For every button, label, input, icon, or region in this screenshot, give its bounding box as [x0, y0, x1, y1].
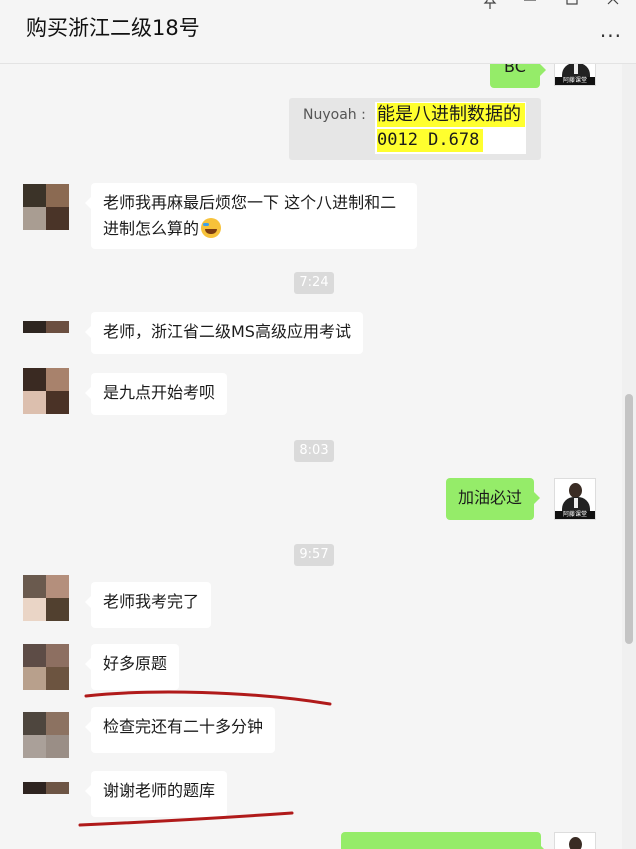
avatar-other[interactable] [23, 712, 69, 758]
scrollbar-thumb[interactable] [625, 394, 633, 644]
avatar-brand-label: 阿藤课堂 [555, 511, 595, 519]
message-text: BC [504, 64, 526, 76]
underline-stroke [84, 690, 332, 706]
close-icon[interactable] [603, 0, 623, 12]
message-text: 加油必过 [458, 488, 523, 507]
avatar-brand-label: 阿藤课堂 [555, 77, 595, 85]
message-bubble-other[interactable]: 老师，浙江省二级MS高级应用考试 [85, 312, 363, 354]
timestamp: 7:24 [294, 272, 334, 294]
more-icon[interactable]: ··· [600, 24, 622, 48]
pin-icon[interactable] [480, 0, 500, 14]
message-text: 是九点开始考呗 [103, 383, 216, 402]
avatar-other[interactable] [23, 575, 69, 621]
avatar-other[interactable] [23, 782, 69, 805]
avatar-self[interactable]: 阿藤课堂 [554, 64, 596, 86]
window-titlebar: 购买浙江二级18号 ··· [0, 0, 636, 64]
message-text: 老师，浙江省二级MS高级应用考试 [103, 322, 351, 341]
message-bubble-self[interactable] [341, 832, 547, 849]
message-text: 好多原题 [103, 654, 168, 673]
message-bubble-other[interactable]: 好多原题 [84, 644, 180, 690]
quote-image-line2: 0012 D.678 [377, 129, 484, 152]
message-text: 老师我再麻最后烦您一下 这个八进制和二进制怎么算的 [103, 193, 397, 238]
message-bubble-other[interactable]: 是九点开始考呗 [84, 373, 228, 415]
message-bubble-other[interactable]: 老师我考完了 [84, 582, 212, 628]
message-bubble-other[interactable]: 谢谢老师的题库 [84, 771, 228, 817]
message-bubble-self[interactable]: 加油必过 [446, 478, 541, 520]
quote-image: 能是八进制数据的 0012 D.678 [375, 102, 526, 154]
message-bubble-other[interactable]: 老师我再麻最后烦您一下 这个八进制和二进制怎么算的 [85, 183, 417, 249]
avatar-other[interactable] [23, 368, 69, 414]
timestamp: 8:03 [294, 440, 334, 462]
maximize-icon[interactable] [562, 0, 582, 12]
avatar-self[interactable] [554, 832, 596, 849]
quoted-message[interactable]: Nuyoah : 能是八进制数据的 0012 D.678 [289, 98, 541, 160]
message-bubble-self[interactable]: BC [490, 64, 546, 88]
avatar-other[interactable] [23, 644, 69, 690]
chat-area[interactable]: BC 阿藤课堂 Nuyoah : 能是八进制数据的 0012 D.678 老师我… [0, 64, 622, 849]
message-bubble-other[interactable]: 检查完还有二十多分钟 [84, 707, 276, 753]
avatar-other[interactable] [23, 321, 69, 345]
scrollbar-track[interactable] [622, 64, 636, 849]
avatar-other[interactable] [23, 184, 69, 230]
quote-sender: Nuyoah : [303, 107, 366, 123]
avatar-self[interactable]: 阿藤课堂 [554, 478, 596, 520]
message-text: 老师我考完了 [103, 592, 200, 611]
message-text: 谢谢老师的题库 [103, 781, 216, 800]
minimize-icon[interactable] [520, 0, 540, 8]
message-text: 检查完还有二十多分钟 [103, 717, 264, 736]
timestamp: 9:57 [294, 544, 334, 566]
quote-image-line1: 能是八进制数据的 [377, 103, 525, 127]
chat-title: 购买浙江二级18号 [26, 16, 200, 40]
laughing-crying-emoji-icon [201, 218, 222, 238]
